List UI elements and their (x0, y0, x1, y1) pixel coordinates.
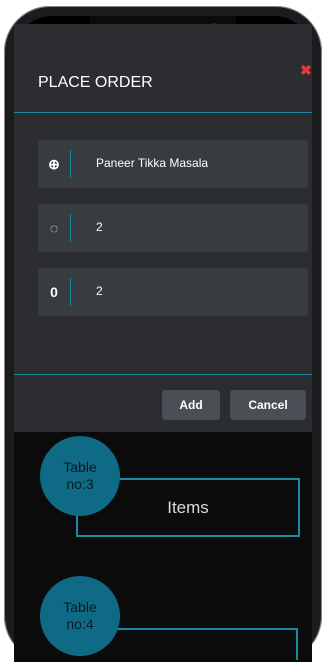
cancel-button[interactable]: Cancel (230, 390, 306, 420)
number-value: 2 (96, 284, 103, 298)
number-field[interactable]: 0 2 (38, 268, 308, 316)
table-label: Table no:4 (63, 598, 97, 633)
table-circle-4[interactable]: Table no:4 (40, 576, 120, 656)
table-items-box-4[interactable] (96, 628, 298, 660)
plus-circle-icon: ⊕ (48, 155, 60, 172)
quantity-field[interactable]: ◌ 2 (38, 204, 308, 252)
footer-divider (14, 374, 312, 375)
field-separator (70, 150, 71, 178)
quantity-value: 2 (96, 220, 103, 234)
add-button[interactable]: Add (162, 390, 220, 420)
header-divider (14, 112, 312, 113)
dish-field[interactable]: ⊕ Paneer Tikka Masala (38, 140, 308, 188)
dish-value: Paneer Tikka Masala (96, 156, 209, 170)
table-label: Table no:3 (63, 458, 97, 493)
modal-header: PLACE ORDER ✖ (14, 24, 312, 112)
field-separator (70, 278, 71, 306)
close-icon[interactable]: ✖ (300, 62, 312, 79)
modal-title: PLACE ORDER (38, 74, 153, 91)
refresh-icon: ◌ (49, 220, 59, 236)
zero-icon: 0 (50, 284, 58, 300)
field-separator (70, 214, 71, 242)
place-order-modal: PLACE ORDER ✖ ⊕ Paneer Tikka Masala ◌ 2 … (14, 24, 312, 432)
table-circle-3[interactable]: Table no:3 (40, 436, 120, 516)
